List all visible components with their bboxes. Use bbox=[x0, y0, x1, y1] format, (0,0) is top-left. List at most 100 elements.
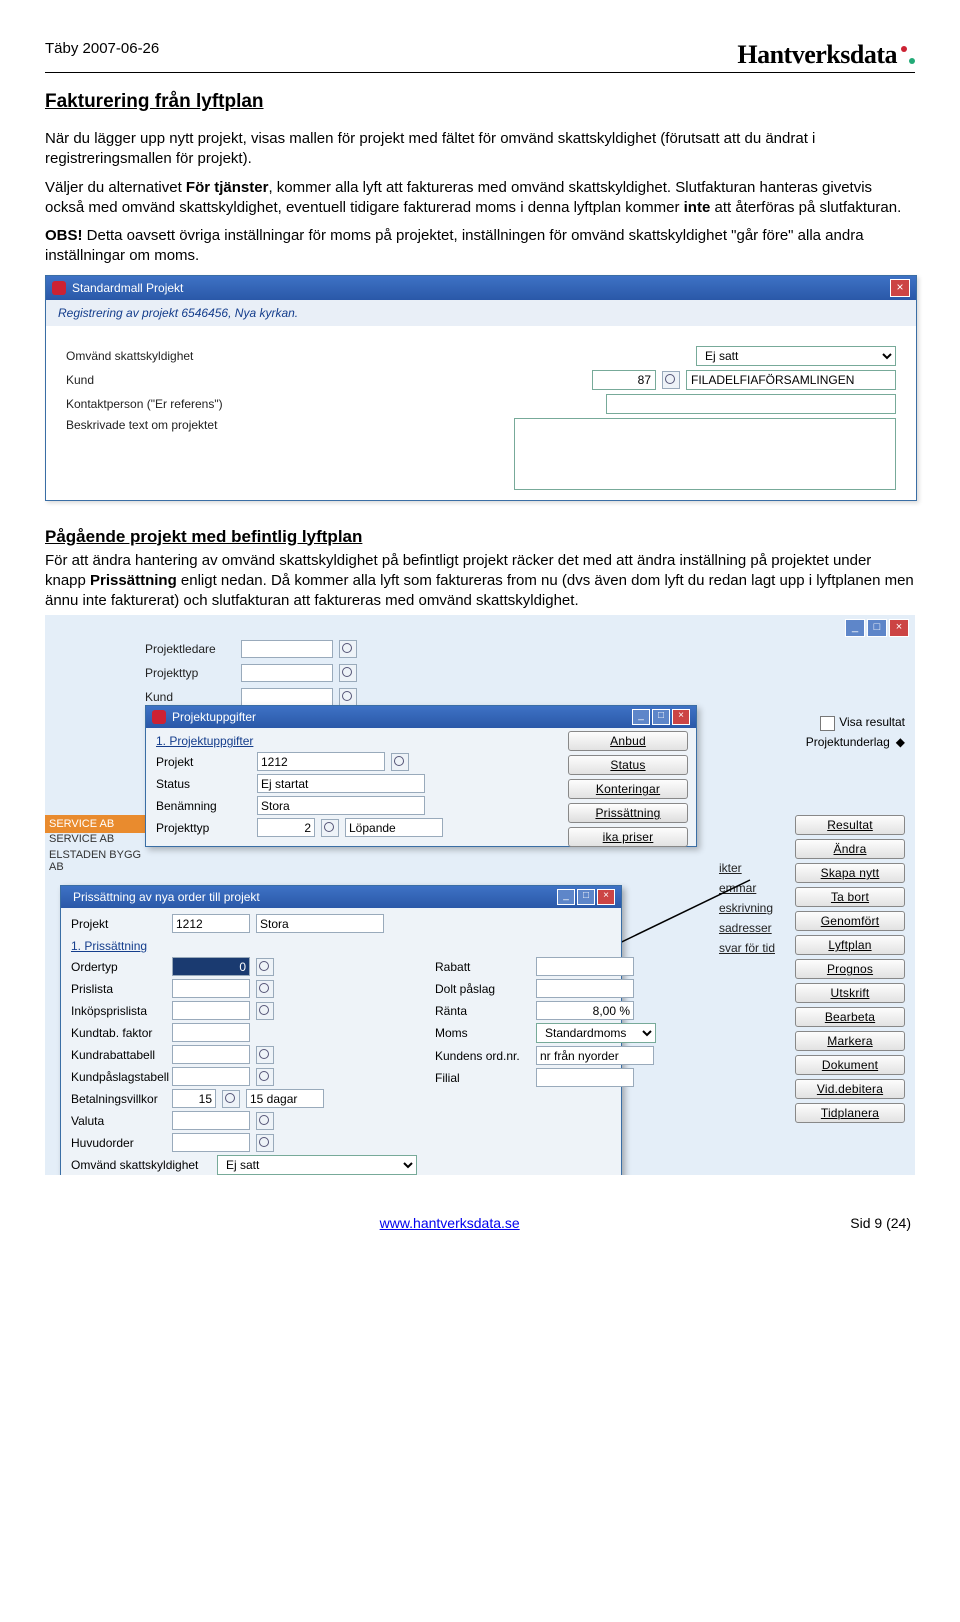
button-ika-priser[interactable]: ika priser bbox=[568, 827, 688, 847]
input-kund-namn[interactable] bbox=[686, 370, 896, 390]
select-omvand-pris[interactable]: Ej satt bbox=[217, 1155, 417, 1175]
button-lyftplan[interactable]: Lyftplan bbox=[795, 935, 905, 955]
search-icon[interactable] bbox=[339, 640, 357, 658]
input-huvudorder[interactable] bbox=[172, 1133, 250, 1152]
input-kund-bg[interactable] bbox=[241, 688, 333, 706]
window-prissattning: Prissättning av nya order till projekt _… bbox=[60, 885, 622, 1175]
maximize-icon[interactable]: □ bbox=[652, 709, 670, 725]
search-icon[interactable] bbox=[256, 1134, 274, 1152]
input-benamning[interactable] bbox=[257, 796, 425, 815]
input-projekttyp[interactable] bbox=[241, 664, 333, 682]
table-row[interactable]: SERVICE AB bbox=[45, 833, 145, 849]
label-projekttyp2: Projekttyp bbox=[156, 821, 251, 835]
input-projnamn-top[interactable] bbox=[256, 914, 384, 933]
button-dokument[interactable]: Dokument bbox=[795, 1055, 905, 1075]
button-vid-debitera[interactable]: Vid.debitera bbox=[795, 1079, 905, 1099]
input-projekttyp-txt[interactable] bbox=[345, 818, 443, 837]
label-dolt-paslag: Dolt påslag bbox=[435, 982, 530, 996]
search-icon[interactable] bbox=[256, 1046, 274, 1064]
app-icon bbox=[52, 281, 66, 295]
button-tidplanera[interactable]: Tidplanera bbox=[795, 1103, 905, 1123]
minimize-icon[interactable]: _ bbox=[845, 619, 865, 637]
search-icon[interactable] bbox=[256, 1002, 274, 1020]
close-icon[interactable]: × bbox=[890, 279, 910, 297]
input-status[interactable] bbox=[257, 774, 425, 793]
input-projekt[interactable] bbox=[257, 752, 385, 771]
input-valuta[interactable] bbox=[172, 1111, 250, 1130]
input-betvillkor-txt[interactable] bbox=[246, 1089, 324, 1108]
group-header-pris: 1. Prissättning bbox=[71, 939, 611, 953]
label-kund-bg: Kund bbox=[145, 690, 235, 704]
input-ranta[interactable] bbox=[536, 1001, 634, 1020]
screenshot-standardmall: Standardmall Projekt × Registrering av p… bbox=[45, 275, 917, 501]
button-bearbeta[interactable]: Bearbeta bbox=[795, 1007, 905, 1027]
select-moms[interactable]: Standardmoms bbox=[536, 1023, 656, 1043]
label-rabatt: Rabatt bbox=[435, 960, 530, 974]
maximize-icon[interactable]: □ bbox=[867, 619, 887, 637]
table-row[interactable]: ELSTADEN BYGG AB bbox=[45, 849, 145, 865]
label-omvand-pris: Omvänd skattskyldighet bbox=[71, 1158, 211, 1172]
input-betvillkor[interactable] bbox=[172, 1089, 216, 1108]
label-kundpaslagstabell: Kundpåslagstabell bbox=[71, 1070, 166, 1084]
screenshot-prissattning: _ □ × Projektledare Projekttyp Kund Visa… bbox=[45, 615, 915, 1175]
button-markera[interactable]: Markera bbox=[795, 1031, 905, 1051]
window-subhead: Registrering av projekt 6546456, Nya kyr… bbox=[46, 300, 916, 326]
button-skapa-nytt[interactable]: Skapa nytt bbox=[795, 863, 905, 883]
input-kund-nr[interactable] bbox=[592, 370, 656, 390]
search-icon[interactable] bbox=[256, 980, 274, 998]
input-projekt-top[interactable] bbox=[172, 914, 250, 933]
brand-logo: Hantverksdata bbox=[737, 40, 915, 70]
search-icon[interactable] bbox=[321, 819, 339, 837]
textarea-beskriv[interactable] bbox=[514, 418, 896, 490]
input-projekttyp-nr[interactable] bbox=[257, 818, 315, 837]
search-icon[interactable] bbox=[391, 753, 409, 771]
search-icon[interactable] bbox=[222, 1090, 240, 1108]
search-icon[interactable] bbox=[662, 371, 680, 389]
search-icon[interactable] bbox=[256, 1112, 274, 1130]
input-ordertyp[interactable] bbox=[172, 957, 250, 976]
checkbox-visa-resultat[interactable] bbox=[820, 716, 835, 731]
window-titlebar: Standardmall Projekt × bbox=[46, 276, 916, 300]
button-andra[interactable]: Ändra bbox=[795, 839, 905, 859]
label-visa-resultat: Visa resultat bbox=[839, 715, 905, 729]
diamond-icon: ◆ bbox=[896, 735, 905, 749]
button-anbud[interactable]: Anbud bbox=[568, 731, 688, 751]
input-dolt-paslag[interactable] bbox=[536, 979, 634, 998]
window-title: Projektuppgifter bbox=[172, 710, 256, 724]
button-konteringar[interactable]: Konteringar bbox=[568, 779, 688, 799]
label-huvudorder: Huvudorder bbox=[71, 1136, 166, 1150]
window-title: Prissättning av nya order till projekt bbox=[73, 890, 260, 904]
close-icon[interactable]: × bbox=[597, 889, 615, 905]
input-kundtab-faktor[interactable] bbox=[172, 1023, 250, 1042]
button-genomfort[interactable]: Genomfört bbox=[795, 911, 905, 931]
search-icon[interactable] bbox=[339, 664, 357, 682]
input-projektledare[interactable] bbox=[241, 640, 333, 658]
link-akter[interactable]: ikter bbox=[719, 861, 775, 875]
table-row-selected[interactable]: SERVICE AB bbox=[45, 815, 149, 833]
input-rabatt[interactable] bbox=[536, 957, 634, 976]
button-ta-bort[interactable]: Ta bort bbox=[795, 887, 905, 907]
minimize-icon[interactable]: _ bbox=[632, 709, 650, 725]
close-icon[interactable]: × bbox=[672, 709, 690, 725]
input-kundrabattabell[interactable] bbox=[172, 1045, 250, 1064]
search-icon[interactable] bbox=[256, 1068, 274, 1086]
maximize-icon[interactable]: □ bbox=[577, 889, 595, 905]
minimize-icon[interactable]: _ bbox=[557, 889, 575, 905]
label-projekttyp: Projekttyp bbox=[145, 666, 235, 680]
input-kundens-ordnr[interactable] bbox=[536, 1046, 654, 1065]
footer-link[interactable]: www.hantverksdata.se bbox=[380, 1215, 520, 1231]
button-utskrift[interactable]: Utskrift bbox=[795, 983, 905, 1003]
button-status[interactable]: Status bbox=[568, 755, 688, 775]
search-icon[interactable] bbox=[256, 958, 274, 976]
close-icon[interactable]: × bbox=[889, 619, 909, 637]
input-inkopsprislista[interactable] bbox=[172, 1001, 250, 1020]
input-kontakt[interactable] bbox=[606, 394, 896, 414]
input-prislista[interactable] bbox=[172, 979, 250, 998]
button-prognos[interactable]: Prognos bbox=[795, 959, 905, 979]
select-omvand[interactable]: Ej satt bbox=[696, 346, 896, 366]
input-kundpaslagstabell[interactable] bbox=[172, 1067, 250, 1086]
input-filial[interactable] bbox=[536, 1068, 634, 1087]
button-resultat[interactable]: Resultat bbox=[795, 815, 905, 835]
button-prissattning[interactable]: Prissättning bbox=[568, 803, 688, 823]
search-icon[interactable] bbox=[339, 688, 357, 706]
